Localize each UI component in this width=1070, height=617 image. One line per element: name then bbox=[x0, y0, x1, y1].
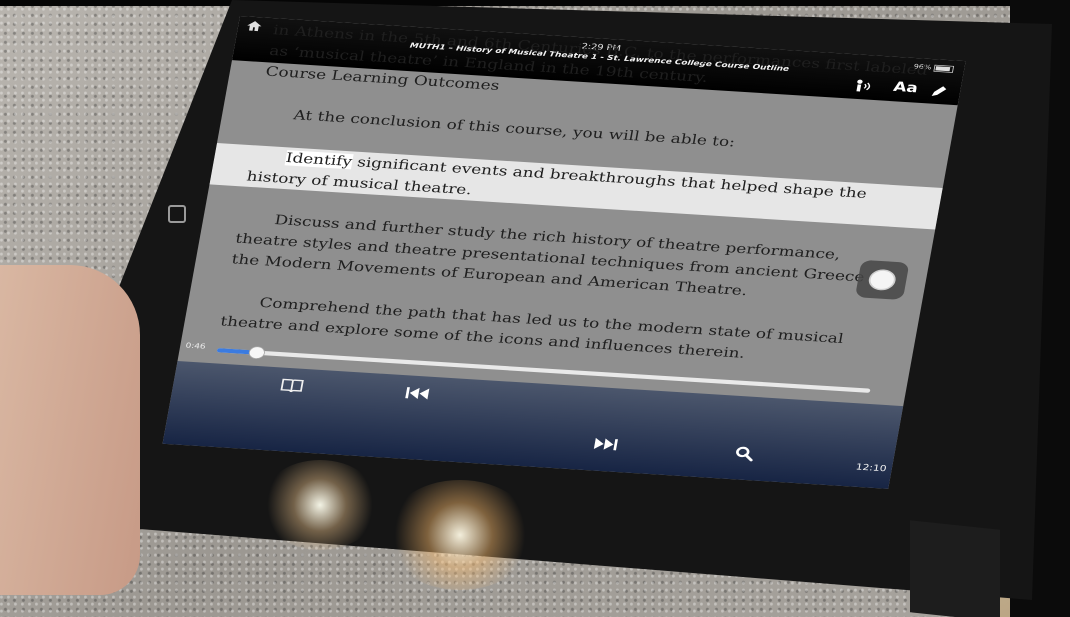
remaining-time: 12:10 bbox=[855, 461, 888, 474]
photo-scene: 2:29 PM 96% MUTH1 – History of Musical T… bbox=[0, 0, 1070, 617]
tablet-home-button[interactable] bbox=[168, 205, 186, 223]
fast-forward-icon[interactable] bbox=[591, 436, 620, 453]
tablet-stand bbox=[910, 520, 1000, 617]
hand bbox=[0, 265, 140, 595]
discuss-paragraph: Discuss and further study the rich histo… bbox=[230, 212, 888, 299]
elapsed-time: 0:46 bbox=[184, 342, 207, 351]
battery-icon bbox=[933, 64, 955, 73]
assistive-touch-icon[interactable] bbox=[854, 259, 910, 301]
top-black-band bbox=[0, 0, 1070, 6]
pencil-icon[interactable] bbox=[929, 84, 949, 99]
rewind-icon[interactable] bbox=[403, 385, 432, 402]
search-icon[interactable] bbox=[732, 445, 756, 463]
book-icon[interactable] bbox=[279, 377, 305, 394]
tablet-screen: 2:29 PM 96% MUTH1 – History of Musical T… bbox=[162, 16, 966, 489]
current-word: Identify bbox=[284, 150, 354, 170]
